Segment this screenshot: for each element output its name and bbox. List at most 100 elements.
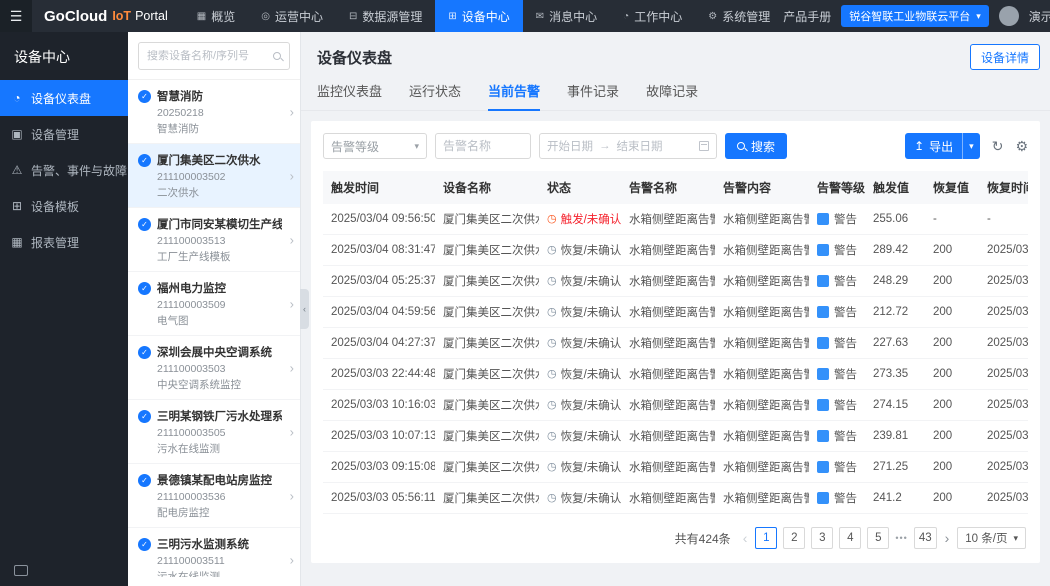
menu-icon[interactable]: ☰ [0, 0, 32, 32]
device-list-item[interactable]: ✓深圳会展中央空调系统211100003503中央空调系统监控› [128, 336, 300, 400]
device-name: 厦门集美区二次供水 [157, 152, 261, 168]
device-list-item[interactable]: ✓景德镇某配电站房监控211100003536配电房监控› [128, 464, 300, 528]
collapse-sidebar-icon[interactable] [14, 565, 28, 576]
layout: 设备中心 ◔设备仪表盘▣设备管理⚠告警、事件与故障⊞设备模板▦报表管理 ✓智慧消… [0, 32, 1050, 586]
device-list-item[interactable]: ✓智慧消防20250218智慧消防› [128, 80, 300, 144]
device-list-item[interactable]: ✓福州电力监控211100003509电气图› [128, 272, 300, 336]
panel-collapse-handle[interactable]: ‹ [300, 289, 309, 329]
table-row: 2025/03/03 09:15:08厦门集美区二次供水◷恢复/未确认水箱侧壁距… [323, 452, 1028, 483]
device-serial: 211100003536 [157, 491, 282, 503]
cell-trigger-time: 2025/03/04 04:59:56 [323, 297, 435, 328]
prev-page-button[interactable]: ‹ [741, 530, 750, 546]
cell-device-name: 厦门集美区二次供水 [435, 359, 539, 390]
sidebar-item[interactable]: ▦报表管理 [0, 224, 128, 260]
cell-trigger-time: 2025/03/03 05:56:11 [323, 483, 435, 514]
device-list-item[interactable]: ✓厦门市同安某模切生产线211100003513工厂生产线模板› [128, 208, 300, 272]
sidebar-item[interactable]: ⊞设备模板 [0, 188, 128, 224]
pagination-total: 共有424条 [675, 530, 731, 547]
tab-1[interactable]: 监控仪表盘 [317, 81, 382, 110]
table-row: 2025/03/03 22:44:48厦门集美区二次供水◷恢复/未确认水箱侧壁距… [323, 359, 1028, 390]
tab-3[interactable]: 当前告警 [488, 81, 540, 111]
nav-item-label: 消息中心 [549, 8, 597, 25]
pagination-ellipsis[interactable]: ••• [895, 533, 907, 543]
cell-alarm-level: 警告 [809, 390, 865, 421]
tab-2[interactable]: 运行状态 [409, 81, 461, 110]
level-text: 警告 [834, 273, 857, 289]
device-tag: 配电房监控 [157, 505, 282, 520]
device-name: 智慧消防 [157, 88, 203, 104]
account-name[interactable]: 演示账号 [1029, 8, 1050, 25]
nav-item-label: 设备中心 [462, 8, 510, 25]
cell-trigger-time: 2025/03/03 09:15:08 [323, 452, 435, 483]
avatar[interactable] [999, 6, 1019, 26]
nav-item[interactable]: ◔工作中心 [610, 0, 695, 32]
nav-item[interactable]: ▦概览 [184, 0, 248, 32]
chevron-right-icon: › [290, 424, 294, 439]
cell-trigger-value: 248.29 [865, 266, 925, 297]
date-range-picker[interactable]: 开始日期 → 结束日期 [539, 133, 717, 159]
next-page-button[interactable]: › [943, 530, 952, 546]
export-dropdown-caret[interactable]: ▾ [962, 133, 980, 159]
device-search-input[interactable] [147, 50, 267, 62]
cell-trigger-time: 2025/03/04 09:56:50 [323, 204, 435, 235]
sidebar-item-icon: ⚠ [10, 163, 24, 177]
nav-item[interactable]: ⊟数据源管理 [336, 0, 435, 32]
calendar-icon [699, 141, 709, 151]
sidebar-item[interactable]: ◔设备仪表盘 [0, 80, 128, 116]
cell-recover-time: 2025/03/03 10 [979, 421, 1028, 452]
search-button[interactable]: 搜索 [725, 133, 787, 159]
device-detail-button[interactable]: 设备详情 [970, 44, 1040, 70]
platform-select[interactable]: 锐谷智联工业物联云平台 ▾ [841, 5, 989, 27]
nav-item[interactable]: ⚙系统管理 [695, 0, 783, 32]
cell-status: ◷恢复/未确认 [539, 266, 621, 297]
page-button[interactable]: 2 [783, 527, 805, 549]
topbar-right: 产品手册 锐谷智联工业物联云平台 ▾ 演示账号 [783, 0, 1050, 32]
sidebar-menu: ◔设备仪表盘▣设备管理⚠告警、事件与故障⊞设备模板▦报表管理 [0, 80, 128, 260]
chevron-right-icon: › [290, 104, 294, 119]
table-row: 2025/03/04 08:31:47厦门集美区二次供水◷恢复/未确认水箱侧壁距… [323, 235, 1028, 266]
cell-status: ◷恢复/未确认 [539, 328, 621, 359]
level-badge-icon [817, 399, 829, 411]
device-list-item[interactable]: ✓厦门集美区二次供水211100003502二次供水› [128, 144, 300, 208]
status-clock-icon: ◷ [547, 307, 557, 318]
cell-recover-time: 2025/03/04 05 [979, 297, 1028, 328]
device-tag: 智慧消防 [157, 121, 282, 136]
main-content: 设备仪表盘 设备详情 监控仪表盘运行状态当前告警事件记录故障记录 告警等级 ▾ … [301, 32, 1050, 586]
column-header: 告警内容 [715, 171, 809, 204]
brand-name: GoCloud [44, 8, 107, 25]
device-list-item[interactable]: ✓三明污水监测系统211100003511污水在线监测› [128, 528, 300, 577]
sidebar-item[interactable]: ⚠告警、事件与故障 [0, 152, 128, 188]
cell-status: ◷触发/未确认 [539, 204, 621, 235]
device-list-item[interactable]: ✓三明某钢铁厂污水处理系统211100003505污水在线监测› [128, 400, 300, 464]
cell-trigger-value: 227.63 [865, 328, 925, 359]
sidebar-item[interactable]: ▣设备管理 [0, 116, 128, 152]
page-button[interactable]: 4 [839, 527, 861, 549]
page-button[interactable]: 43 [914, 527, 937, 549]
cell-status: ◷恢复/未确认 [539, 359, 621, 390]
column-header: 触发时间 [323, 171, 435, 204]
alarm-level-select[interactable]: 告警等级 ▾ [323, 133, 427, 159]
cell-alarm-content: 水箱侧壁距离告警 [715, 390, 809, 421]
nav-item[interactable]: ◎运营中心 [248, 0, 336, 32]
cell-device-name: 厦门集美区二次供水 [435, 297, 539, 328]
settings-gear-icon[interactable]: ⚙ [1015, 139, 1028, 153]
nav-item[interactable]: ⊞设备中心 [435, 0, 522, 32]
status-text: 恢复/未确认 [561, 366, 621, 382]
page-button[interactable]: 5 [867, 527, 889, 549]
page-button[interactable]: 1 [755, 527, 777, 549]
cell-status: ◷恢复/未确认 [539, 297, 621, 328]
product-manual-link[interactable]: 产品手册 [783, 8, 831, 25]
cell-alarm-level: 警告 [809, 452, 865, 483]
device-serial: 211100003503 [157, 363, 282, 375]
nav-item[interactable]: ✉消息中心 [523, 0, 610, 32]
export-button[interactable]: ↥ 导出 ▾ [905, 133, 980, 159]
page-button[interactable]: 3 [811, 527, 833, 549]
alarm-name-input[interactable] [435, 133, 531, 159]
tab-4[interactable]: 事件记录 [567, 81, 619, 110]
nav-item-label: 运营中心 [275, 8, 323, 25]
column-header: 状态 [539, 171, 621, 204]
page-title: 设备仪表盘 [317, 47, 392, 68]
refresh-icon[interactable]: ↻ [992, 139, 1004, 153]
tab-5[interactable]: 故障记录 [646, 81, 698, 110]
page-size-select[interactable]: 10 条/页 ▾ [957, 527, 1026, 549]
